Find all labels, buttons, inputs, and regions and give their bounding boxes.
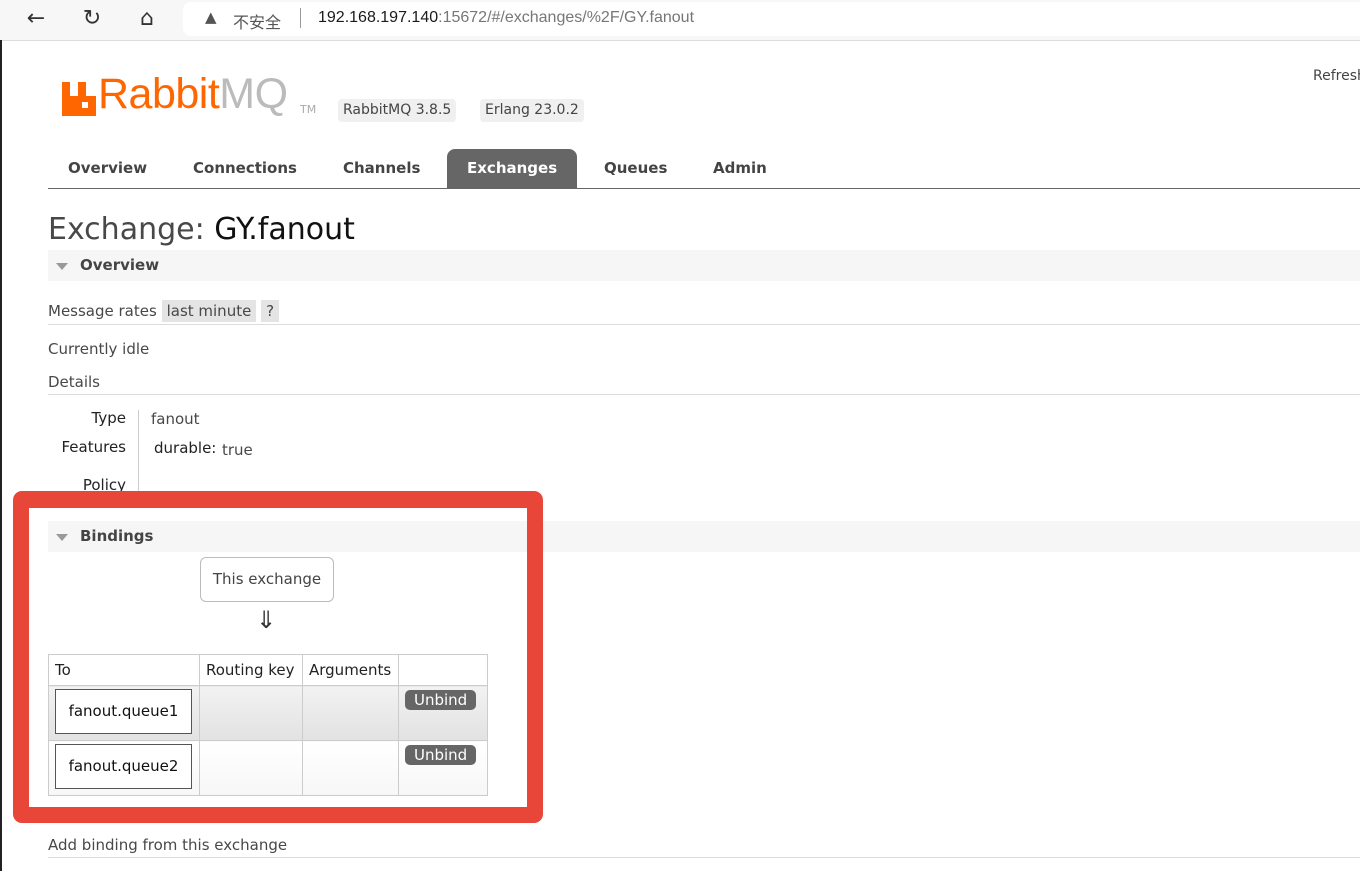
tab-admin[interactable]: Admin xyxy=(693,149,787,188)
trademark: TM xyxy=(300,103,317,116)
tab-connections[interactable]: Connections xyxy=(173,149,317,188)
logo-rabbit: Rabbit xyxy=(98,70,220,118)
divider xyxy=(48,394,1360,395)
details-label: Details xyxy=(48,373,101,391)
rate-period-select[interactable]: last minute xyxy=(161,300,257,322)
divider xyxy=(48,324,1360,325)
durable-key: durable: xyxy=(154,439,217,457)
add-binding-section-toggle[interactable]: Add binding from this exchange xyxy=(48,836,287,854)
warning-icon[interactable]: ▲ xyxy=(205,8,217,26)
back-icon[interactable]: ← xyxy=(22,6,50,31)
tab-channels[interactable]: Channels xyxy=(323,149,440,188)
tab-queues[interactable]: Queues xyxy=(584,149,687,188)
features-label: Features xyxy=(61,438,127,456)
window-edge xyxy=(0,40,2,871)
help-button[interactable]: ? xyxy=(261,300,280,322)
logo-mq: MQ xyxy=(219,70,288,118)
durable-value: true xyxy=(222,441,253,459)
divider xyxy=(138,410,139,494)
refresh-control[interactable]: Refresh xyxy=(1313,68,1360,84)
reload-icon[interactable]: ↻ xyxy=(78,6,106,31)
home-icon[interactable]: ⌂ xyxy=(133,6,161,31)
collapse-triangle-icon xyxy=(56,263,68,270)
divider xyxy=(48,857,1360,858)
erlang-badge: Erlang 23.0.2 xyxy=(480,99,584,122)
url-host: 192.168.197.140 xyxy=(318,9,439,26)
section-heading: Overview xyxy=(80,256,160,274)
url-text[interactable]: 192.168.197.140:15672/#/exchanges/%2F/GY… xyxy=(318,9,694,27)
main-tabs: Overview Connections Channels Exchanges … xyxy=(48,149,1360,189)
overview-section-toggle[interactable]: Overview xyxy=(48,250,1360,281)
tab-exchanges[interactable]: Exchanges xyxy=(447,149,578,188)
version-badge: RabbitMQ 3.8.5 xyxy=(338,99,457,122)
type-value: fanout xyxy=(151,410,200,428)
url-path: :15672/#/exchanges/%2F/GY.fanout xyxy=(438,9,695,26)
divider xyxy=(300,8,301,28)
title-prefix: Exchange: xyxy=(48,212,205,247)
message-rates-row: Message rates last minute ? xyxy=(48,300,280,322)
insecure-label[interactable]: 不安全 xyxy=(233,9,281,33)
logo-wordmark[interactable]: RabbitMQ xyxy=(98,70,288,118)
exchange-name: GY.fanout xyxy=(214,212,355,247)
message-rates-label: Message rates xyxy=(48,302,157,320)
page-title: Exchange: GY.fanout xyxy=(48,212,355,247)
idle-status: Currently idle xyxy=(48,340,150,358)
highlight-box xyxy=(13,491,543,823)
tab-overview[interactable]: Overview xyxy=(48,149,167,188)
rabbitmq-logo-icon[interactable] xyxy=(62,70,96,118)
type-label: Type xyxy=(91,409,126,427)
